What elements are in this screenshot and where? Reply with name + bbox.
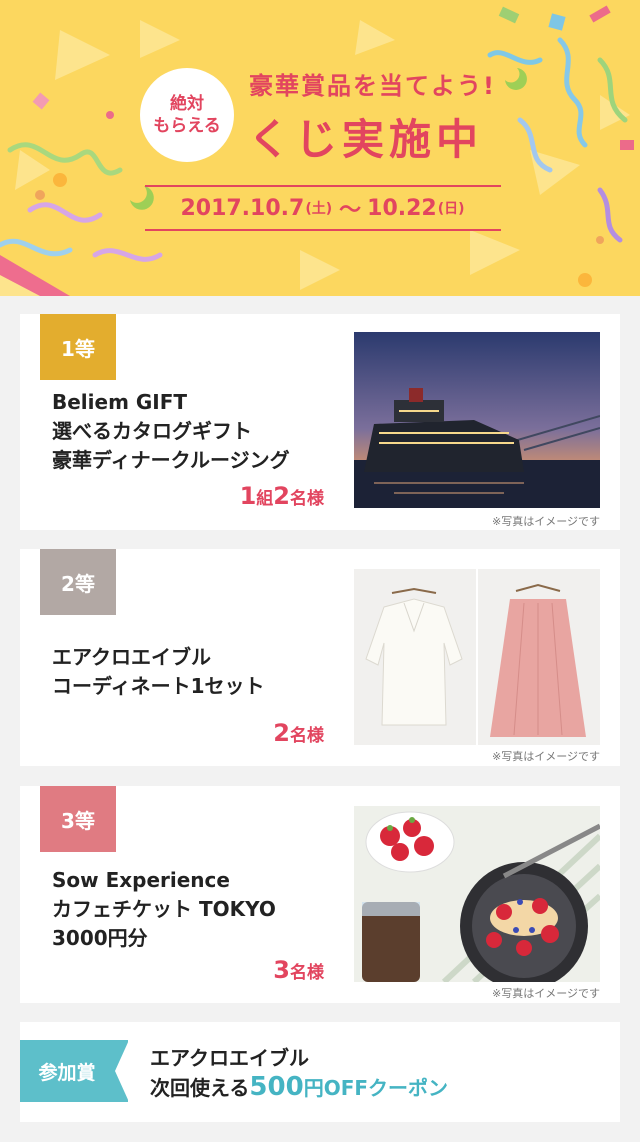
cruise-ship-photo <box>354 332 600 508</box>
participation-line-1: エアクロエイブル <box>150 1046 309 1070</box>
participation-tag: 参加賞 <box>20 1040 129 1102</box>
prize-3-winners: 3名様 <box>273 956 324 984</box>
prize-1-description: Beliem GIFT 選べるカタログギフト 豪華ディナークルージング <box>52 388 290 475</box>
clothing-photo <box>354 569 600 745</box>
badge-line-2: もらえる <box>153 116 221 136</box>
coupon-off-label: OFFクーポン <box>323 1076 449 1100</box>
prize-card-2[interactable]: 2等 エアクロエイブル コーディネート1セット 2名様 ※写真はイメージです <box>20 549 620 766</box>
prize-3-line-3: 3000円分 <box>52 926 148 950</box>
prize-2-photo-note: ※写真はイメージです <box>492 750 600 763</box>
prize-card-3[interactable]: 3等 Sow Experience カフェチケット TOKYO 3000円分 3… <box>20 786 620 1003</box>
date-start: 2017.10.7 <box>180 195 305 221</box>
prize-2-line-1: エアクロエイブル <box>52 645 211 669</box>
badge-line-1: 絶対 <box>170 94 204 114</box>
prize-2-winners: 2名様 <box>273 719 324 747</box>
date-end: 10.22 <box>367 195 437 221</box>
guaranteed-badge: 絶対 もらえる <box>140 68 234 162</box>
prize-1-line-1: Beliem GIFT <box>52 390 188 414</box>
prize-2-description: エアクロエイブル コーディネート1セット <box>52 643 265 701</box>
prize-3-line-1: Sow Experience <box>52 868 230 892</box>
prize-1-line-3: 豪華ディナークルージング <box>52 448 290 472</box>
prize-1-line-2: 選べるカタログギフト <box>52 419 252 443</box>
prize-card-1[interactable]: 1等 Beliem GIFT 選べるカタログギフト 豪華ディナークルージング 1… <box>20 314 620 530</box>
pancake-photo <box>354 806 600 982</box>
date-separator: 〜 <box>339 198 362 223</box>
participation-prefix: 次回使える <box>150 1076 250 1100</box>
hero-title: くじ実施中 <box>248 115 484 164</box>
hero-banner: 絶対 もらえる 豪華賞品を当てよう! くじ実施中 2017.10.7 (土) 〜 … <box>0 0 640 296</box>
date-end-day: (日) <box>437 201 465 217</box>
participation-line-2: 次回使える500円OFFクーポン <box>150 1072 448 1102</box>
coupon-yen: 円 <box>303 1076 324 1100</box>
coupon-amount: 500 <box>249 1072 304 1102</box>
prize-1-photo-note: ※写真はイメージです <box>492 515 600 528</box>
prize-3-description: Sow Experience カフェチケット TOKYO 3000円分 <box>52 866 276 953</box>
rank-tag-1: 1等 <box>40 314 116 380</box>
date-start-day: (土) <box>305 201 333 217</box>
rank-tag-3: 3等 <box>40 786 116 852</box>
prize-2-line-2: コーディネート1セット <box>52 674 265 698</box>
prize-3-photo-note: ※写真はイメージです <box>492 987 600 1000</box>
hero-subtitle: 豪華賞品を当てよう! <box>249 72 496 100</box>
participation-prize-card[interactable]: 参加賞 エアクロエイブル 次回使える500円OFFクーポン <box>20 1022 620 1122</box>
campaign-period: 2017.10.7 (土) 〜 10.22 (日) <box>145 185 501 231</box>
prize-1-winners: 1組2名様 <box>239 482 324 510</box>
rank-tag-2: 2等 <box>40 549 116 615</box>
prize-3-line-2: カフェチケット TOKYO <box>52 897 276 921</box>
